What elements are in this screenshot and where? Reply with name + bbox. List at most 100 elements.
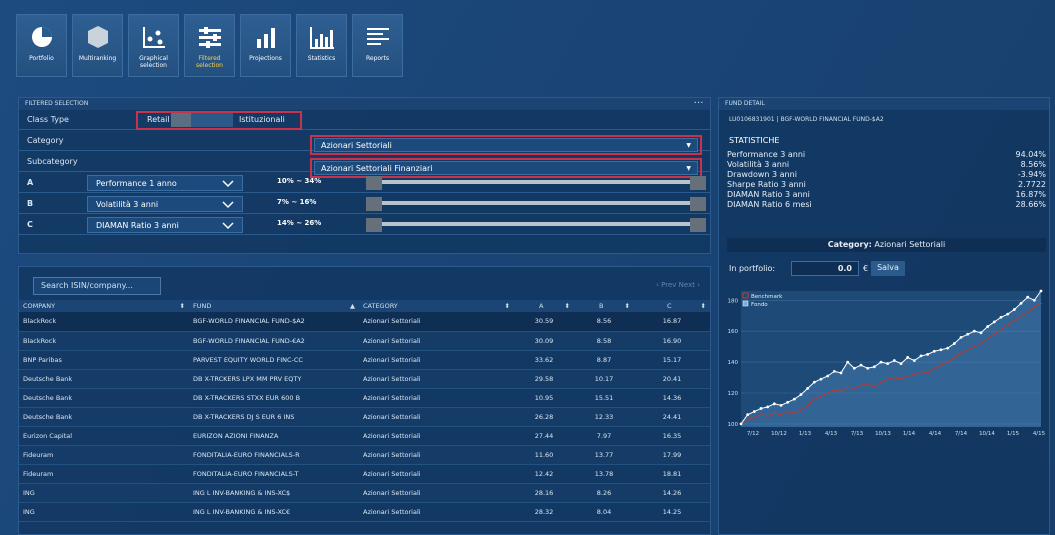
panel-menu-button[interactable]: ...	[694, 98, 704, 105]
data-point-benchmark	[826, 392, 829, 394]
slider-track	[382, 180, 690, 184]
cell-b: 10.17	[574, 369, 634, 389]
table-row[interactable]: Eurizon Capital EURIZON AZIONI FINANZA Azi…	[19, 426, 710, 446]
col-b[interactable]: B ⬍	[574, 300, 634, 312]
slider-max-handle[interactable]	[690, 176, 706, 190]
cell-c: 15.17	[634, 350, 710, 370]
data-point-benchmark	[806, 404, 809, 407]
table-row[interactable]: BlackRock BGF-WORLD FINANCIAL FUND-$A2 Azi…	[19, 312, 710, 332]
cell-b: 12.33	[574, 407, 634, 427]
cell-c: 16.90	[634, 331, 710, 351]
stat-value: 94.04%	[1015, 150, 1046, 159]
table-row[interactable]: ING ING L INV-BANKING & INS-XC$ Azionari S…	[19, 483, 710, 503]
table-row[interactable]: Deutsche Bank DB X-TRACKERS STXX EUR 600 …	[19, 388, 710, 408]
data-point-benchmark	[920, 370, 922, 373]
range-slider[interactable]	[366, 218, 706, 232]
cell-c: 16.35	[634, 426, 710, 446]
slider-min-handle[interactable]	[366, 176, 382, 190]
toggle-knob[interactable]	[171, 113, 191, 127]
category-select-value: Azionari Settoriali	[321, 141, 392, 150]
data-point-fondo	[786, 400, 790, 404]
metric-dropdown[interactable]: Volatilità 3 anni	[87, 196, 243, 212]
cell-category: Azionari Settoriali	[359, 312, 514, 332]
toolbar-projections-button[interactable]: Projections	[240, 14, 291, 77]
range-slider[interactable]	[366, 176, 706, 190]
metric-row-c: C DIAMAN Ratio 3 anni 14% ~ 26%	[19, 215, 710, 235]
save-button[interactable]: Salva	[871, 261, 905, 276]
pagination[interactable]: ‹ Prev Next ›	[656, 281, 700, 289]
table-row[interactable]: Fideuram FONDITALIA-EURO FINANCIALS-R Azio…	[19, 445, 710, 465]
list-icon	[366, 28, 389, 45]
data-point-fondo	[772, 402, 776, 406]
slider-max-handle[interactable]	[690, 218, 706, 232]
data-point-benchmark	[793, 412, 796, 414]
y-tick-label: 180	[728, 298, 739, 304]
table-row[interactable]: Deutsche Bank DB X-TRACKERS DJ S EUR 6 IN…	[19, 407, 710, 427]
data-point-benchmark	[940, 364, 942, 366]
panel-header: FILTERED SELECTION ...	[19, 98, 710, 110]
data-point-fondo	[852, 366, 856, 370]
chevron-down-icon	[222, 222, 234, 230]
metric-key: B	[27, 199, 34, 208]
col-c[interactable]: C ⬍	[634, 300, 710, 312]
cell-b: 8.87	[574, 350, 634, 370]
slider-min-handle[interactable]	[366, 197, 382, 211]
search-input[interactable]: Search ISIN/company...	[33, 277, 161, 295]
cell-category: Azionari Settoriali	[359, 388, 514, 408]
data-point-fondo	[779, 403, 783, 407]
cell-company: Deutsche Bank	[19, 369, 189, 389]
category-select[interactable]: Azionari Settoriali ▼	[314, 138, 698, 152]
portfolio-input[interactable]: 0.0	[791, 261, 859, 276]
data-point-benchmark	[873, 386, 876, 388]
data-point-benchmark	[800, 409, 802, 411]
data-point-fondo	[966, 332, 970, 336]
table-row[interactable]: Deutsche Bank DB X-TRCKERS LPX MM PRV EQT…	[19, 369, 710, 389]
range-slider[interactable]	[366, 197, 706, 211]
metric-dropdown-value: Volatilità 3 anni	[96, 200, 159, 209]
slider-min-handle[interactable]	[366, 218, 382, 232]
toolbar-multiranking-button[interactable]: Multiranking	[72, 14, 123, 77]
col-company[interactable]: COMPANY ⬍	[19, 300, 189, 312]
toolbar-filtered-selection-button[interactable]: Filtered selection	[184, 14, 235, 77]
table-row[interactable]: ING ING L INV-BANKING & INS-XC€ Azionari S…	[19, 502, 710, 522]
col-a[interactable]: A ⬍	[514, 300, 574, 312]
cell-category: Azionari Settoriali	[359, 502, 514, 522]
table-row[interactable]: BNP Paribas PARVEST EQUITY WORLD FINC-CC A…	[19, 350, 710, 370]
x-tick-label: 7/13	[851, 431, 864, 437]
table-row[interactable]: Fideuram FONDITALIA-EURO FINANCIALS-T Azio…	[19, 464, 710, 484]
data-point-benchmark	[760, 413, 762, 416]
toolbar-portfolio-button[interactable]: Portfolio	[16, 14, 67, 77]
cell-company: ING	[19, 483, 189, 503]
cell-fund: ING L INV-BANKING & INS-XC$	[189, 483, 359, 503]
toolbar-graphical-selection-button[interactable]: Graphical selection	[128, 14, 179, 77]
cell-company: BlackRock	[19, 312, 189, 332]
metric-dropdown[interactable]: DIAMAN Ratio 3 anni	[87, 217, 243, 233]
cell-a: 26.28	[514, 407, 574, 427]
slider-max-handle[interactable]	[690, 197, 706, 211]
data-point-fondo	[872, 365, 876, 369]
data-point-benchmark	[820, 395, 822, 397]
stat-label: Drawdown 3 anni	[727, 170, 797, 179]
toolbar-label: Multiranking	[78, 55, 117, 62]
data-point-fondo	[819, 377, 823, 381]
toolbar-label: Graphical selection	[139, 55, 168, 69]
data-point-benchmark	[813, 398, 816, 400]
panel-header: FUND DETAIL	[719, 98, 1049, 110]
class-type-toggle[interactable]	[171, 113, 233, 127]
scatter-icon	[142, 27, 165, 48]
cell-c: 14.26	[634, 483, 710, 503]
toolbar-reports-button[interactable]: Reports	[352, 14, 403, 77]
x-tick-label: 1/13	[799, 431, 812, 437]
stat-value: 2.7722	[1018, 180, 1046, 189]
data-point-benchmark	[1006, 324, 1009, 326]
data-point-benchmark	[926, 372, 929, 374]
class-type-row: Class Type Retail Istituzionali	[19, 110, 710, 130]
toolbar-statistics-button[interactable]: Statistics	[296, 14, 347, 77]
data-point-benchmark	[753, 416, 756, 419]
table-row[interactable]: BlackRock BGF-WORLD FINANCIAL FUND-€A2 Azi…	[19, 331, 710, 351]
cell-b: 13.78	[574, 464, 634, 484]
col-category[interactable]: CATEGORY ⬍	[359, 300, 514, 312]
cell-a: 10.95	[514, 388, 574, 408]
metric-dropdown[interactable]: Performance 1 anno	[87, 175, 243, 191]
col-fund[interactable]: FUND ▲	[189, 300, 359, 312]
